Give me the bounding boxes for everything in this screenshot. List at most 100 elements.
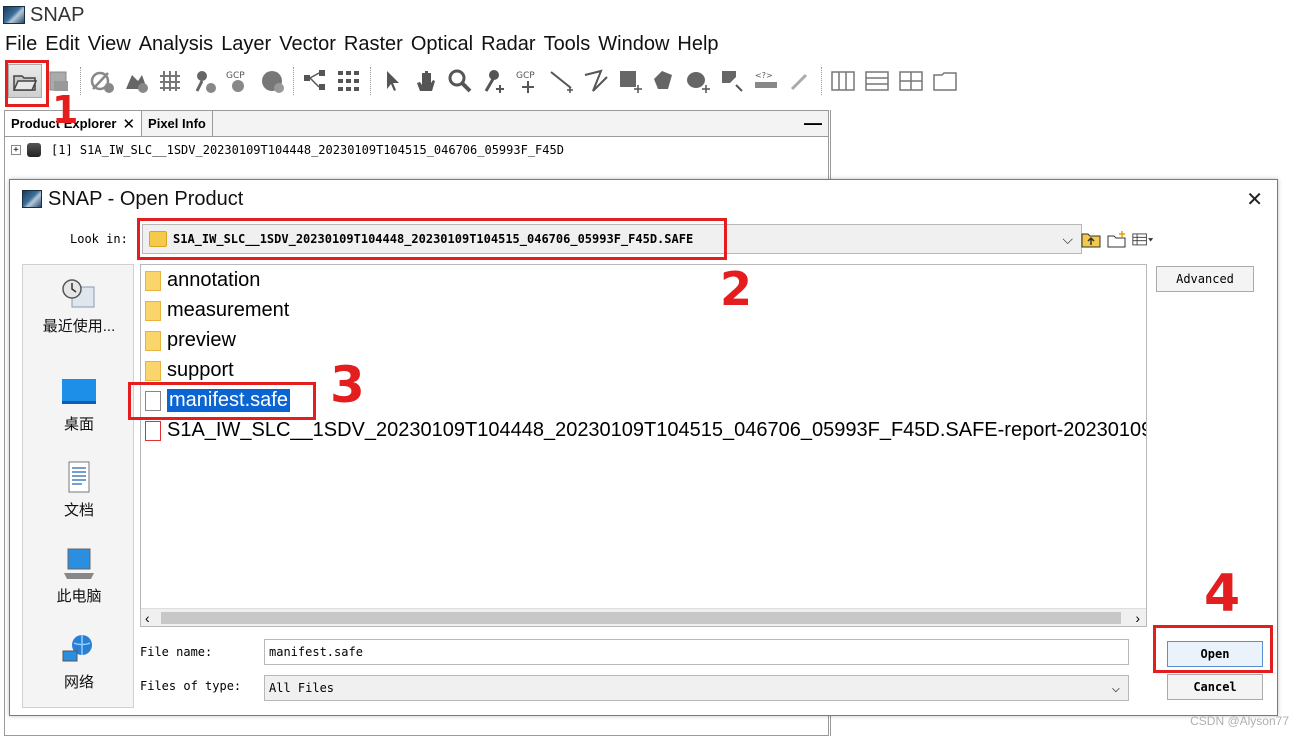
open-product-dialog: SNAP - Open Product ✕ Look in: S1A_IW_SL… <box>9 179 1278 716</box>
tile-evenly-button[interactable] <box>826 64 860 98</box>
file-list[interactable]: annotation measurement preview support m… <box>140 264 1147 627</box>
menu-radar[interactable]: Radar <box>477 33 539 56</box>
up-folder-button[interactable] <box>1080 229 1102 249</box>
tile-horizontally-icon <box>865 71 889 91</box>
cancel-button[interactable]: Cancel <box>1167 674 1263 700</box>
save-product-icon <box>49 71 68 91</box>
folder-icon <box>149 231 167 247</box>
tab-product-explorer-label: Product Explorer <box>11 116 117 131</box>
scroll-right-icon[interactable]: › <box>1135 610 1140 626</box>
magic-wand-icon <box>722 71 743 92</box>
graticule-button[interactable] <box>153 64 187 98</box>
wand-button[interactable] <box>783 64 817 98</box>
line-drawing-button[interactable] <box>545 64 579 98</box>
menu-help[interactable]: Help <box>673 33 722 56</box>
batch-processing-button[interactable] <box>332 64 366 98</box>
pan-tool-button[interactable] <box>409 64 443 98</box>
ellipse-drawing-button[interactable] <box>681 64 715 98</box>
up-folder-icon <box>1081 233 1101 248</box>
menu-raster[interactable]: Raster <box>340 33 407 56</box>
place-label: 桌面 <box>63 416 94 433</box>
tab-pixel-info[interactable]: Pixel Info <box>142 111 213 136</box>
chevron-down-icon: ⌵ <box>1062 230 1073 247</box>
list-item[interactable]: S1A_IW_SLC__1SDV_20230109T104448_2023010… <box>145 416 1146 445</box>
close-icon[interactable]: ✕ <box>1246 187 1263 212</box>
scroll-left-icon[interactable]: ‹ <box>145 610 150 626</box>
place-recent[interactable]: 最近使用... <box>23 277 135 336</box>
place-network[interactable]: 网络 <box>23 633 135 692</box>
menu-vector[interactable]: Vector <box>275 33 340 56</box>
pin-placing-icon <box>484 70 504 93</box>
place-this-pc[interactable]: 此电脑 <box>23 547 135 606</box>
save-product-button[interactable] <box>42 64 76 98</box>
menu-file[interactable]: File <box>0 33 41 56</box>
app-titlebar: SNAP <box>0 0 400 30</box>
mask-icon <box>126 75 148 93</box>
pin-placing-button[interactable] <box>477 64 511 98</box>
gcp-icon: GCP <box>226 71 245 92</box>
list-item[interactable]: annotation <box>145 266 260 295</box>
new-folder-button[interactable] <box>1106 229 1128 249</box>
menu-analysis[interactable]: Analysis <box>135 33 217 56</box>
look-in-select[interactable]: S1A_IW_SLC__1SDV_20230109T104448_2023010… <box>142 224 1082 254</box>
menu-layer[interactable]: Layer <box>217 33 275 56</box>
advanced-button[interactable]: Advanced <box>1156 266 1254 292</box>
folder-icon <box>145 330 161 351</box>
rectangle-drawing-button[interactable] <box>613 64 647 98</box>
select-tool-button[interactable] <box>375 64 409 98</box>
wand-icon <box>790 73 808 91</box>
menu-optical[interactable]: Optical <box>407 33 477 56</box>
list-item[interactable]: preview <box>145 326 236 355</box>
list-item[interactable]: support <box>145 356 234 385</box>
graph-builder-button[interactable] <box>298 64 332 98</box>
place-desktop[interactable]: 桌面 <box>23 375 135 434</box>
close-icon[interactable]: ✕ <box>122 115 135 133</box>
files-of-type-select[interactable]: All Files ⌵ <box>264 675 1129 701</box>
expand-icon[interactable]: + <box>11 145 21 155</box>
file-name-field[interactable]: manifest.safe <box>264 639 1129 665</box>
open-button[interactable]: Open <box>1167 641 1263 667</box>
ellipse-drawing-icon <box>687 72 710 93</box>
polygon-drawing-button[interactable] <box>647 64 681 98</box>
horizontal-scrollbar[interactable]: ‹ › <box>141 608 1146 626</box>
list-item[interactable]: measurement <box>145 296 289 325</box>
no-data-button[interactable] <box>85 64 119 98</box>
open-product-button[interactable] <box>8 64 42 98</box>
toolbar-separator <box>821 67 822 95</box>
menu-window[interactable]: Window <box>594 33 673 56</box>
select-tool-icon <box>387 71 399 91</box>
view-menu-button[interactable] <box>1132 229 1154 249</box>
gcp-overlay-button[interactable]: GCP <box>221 64 255 98</box>
scroll-thumb[interactable] <box>161 612 1121 624</box>
toolbar-separator <box>370 67 371 95</box>
polyline-drawing-button[interactable] <box>579 64 613 98</box>
zoom-tool-button[interactable] <box>443 64 477 98</box>
tab-product-explorer[interactable]: Product Explorer ✕ <box>5 111 143 136</box>
menu-tools[interactable]: Tools <box>540 33 595 56</box>
world-map-icon <box>262 71 284 93</box>
tile-horizontally-button[interactable] <box>860 64 894 98</box>
menu-edit[interactable]: Edit <box>41 33 83 56</box>
recent-items-icon <box>62 279 95 308</box>
look-in-toolbar <box>1080 229 1154 249</box>
world-map-button[interactable] <box>255 64 289 98</box>
gcp-placing-button[interactable]: GCP <box>511 64 545 98</box>
magic-wand-button[interactable] <box>715 64 749 98</box>
range-finder-button[interactable]: <?> <box>749 64 783 98</box>
menu-view[interactable]: View <box>84 33 135 56</box>
look-in-label: Look in: <box>70 232 128 246</box>
gcp-text: GCP <box>516 71 535 81</box>
minimize-icon[interactable]: — <box>798 111 828 136</box>
pin-overlay-button[interactable] <box>187 64 221 98</box>
list-item-selected[interactable]: manifest.safe <box>145 386 290 415</box>
mask-button[interactable] <box>119 64 153 98</box>
tile-single-button[interactable] <box>928 64 962 98</box>
batch-processing-icon <box>338 71 359 91</box>
product-tree-item[interactable]: + [1] S1A_IW_SLC__1SDV_20230109T104448_2… <box>11 143 564 157</box>
place-label: 此电脑 <box>56 588 102 605</box>
place-documents[interactable]: 文档 <box>23 461 135 520</box>
place-label: 最近使用... <box>42 318 116 335</box>
tile-vertically-button[interactable] <box>894 64 928 98</box>
gcp-placing-icon: GCP <box>516 71 535 93</box>
explorer-tabbar: Product Explorer ✕ Pixel Info — <box>5 111 828 137</box>
